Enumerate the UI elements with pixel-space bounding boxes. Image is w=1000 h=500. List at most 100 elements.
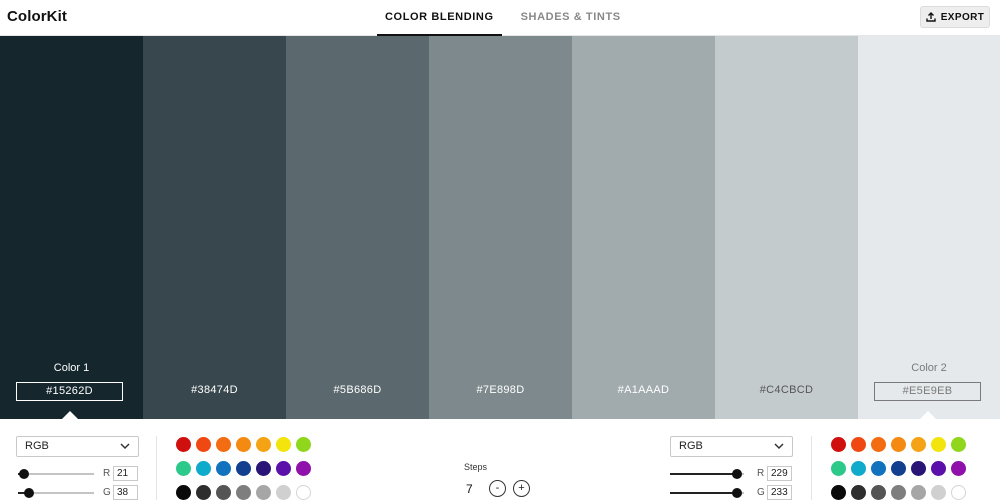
- color-1-r-input[interactable]: 21: [113, 466, 138, 481]
- swatch-step-5[interactable]: #A1AAAD: [572, 36, 715, 419]
- panel-divider: [811, 436, 812, 500]
- color-1-palette: [176, 437, 311, 500]
- panel-divider: [156, 436, 157, 500]
- blend-swatches: Color 1 #15262D #38474D #5B686D #7E898D …: [0, 36, 1000, 419]
- palette-swatch[interactable]: [236, 437, 251, 452]
- g-label: G: [757, 487, 765, 498]
- palette-swatch[interactable]: [276, 485, 291, 500]
- palette-swatch[interactable]: [931, 437, 946, 452]
- palette-swatch[interactable]: [196, 437, 211, 452]
- slider-fill: [670, 492, 738, 494]
- palette-swatch[interactable]: [831, 461, 846, 476]
- palette-swatch[interactable]: [951, 437, 966, 452]
- palette-swatch[interactable]: [176, 485, 191, 500]
- swatch-step-3[interactable]: #5B686D: [286, 36, 429, 419]
- color-2-mode-select[interactable]: RGB: [670, 436, 793, 457]
- top-bar: ColorKit COLOR BLENDING SHADES & TINTS E…: [0, 0, 1000, 36]
- steps-increase-button[interactable]: +: [513, 480, 530, 497]
- color-1-g-input[interactable]: 38: [113, 485, 138, 500]
- palette-swatch[interactable]: [176, 437, 191, 452]
- color-1-r-slider[interactable]: [18, 473, 94, 475]
- upload-icon: [926, 12, 936, 22]
- palette-swatch[interactable]: [851, 485, 866, 500]
- color-2-g-thumb[interactable]: [732, 488, 743, 498]
- palette-swatch[interactable]: [831, 437, 846, 452]
- palette-swatch[interactable]: [256, 437, 271, 452]
- swatch-step-2[interactable]: #38474D: [143, 36, 286, 419]
- palette-swatch[interactable]: [851, 437, 866, 452]
- palette-swatch[interactable]: [296, 461, 311, 476]
- palette-swatch[interactable]: [871, 461, 886, 476]
- steps-decrease-button[interactable]: -: [489, 480, 506, 497]
- selected-pointer: [62, 411, 78, 419]
- tab-shades-tints[interactable]: SHADES & TINTS: [513, 0, 629, 36]
- swatch-hex: #7E898D: [476, 384, 525, 396]
- palette-swatch[interactable]: [891, 485, 906, 500]
- tab-color-blending[interactable]: COLOR BLENDING: [377, 0, 502, 36]
- palette-swatch[interactable]: [871, 485, 886, 500]
- swatch-color-1[interactable]: Color 1 #15262D: [0, 36, 143, 419]
- palette-swatch[interactable]: [911, 437, 926, 452]
- r-label: R: [757, 468, 765, 479]
- color-2-r-row: R 229: [670, 466, 794, 481]
- app-logo[interactable]: ColorKit: [7, 8, 67, 25]
- export-label: EXPORT: [940, 11, 985, 23]
- steps-label: Steps: [464, 462, 488, 472]
- r-label: R: [103, 468, 111, 479]
- palette-swatch[interactable]: [256, 485, 271, 500]
- color-1-r-thumb[interactable]: [19, 469, 30, 479]
- color-1-g-thumb[interactable]: [24, 488, 35, 498]
- color-2-hex-input[interactable]: #E5E9EB: [874, 382, 981, 401]
- palette-swatch[interactable]: [176, 461, 191, 476]
- palette-swatch[interactable]: [951, 461, 966, 476]
- color-2-r-input[interactable]: 229: [767, 466, 792, 481]
- slider-fill: [670, 473, 737, 475]
- swatch-step-4[interactable]: #7E898D: [429, 36, 572, 419]
- palette-swatch[interactable]: [216, 485, 231, 500]
- palette-swatch[interactable]: [911, 485, 926, 500]
- palette-swatch[interactable]: [911, 461, 926, 476]
- palette-swatch[interactable]: [256, 461, 271, 476]
- mode-tabs: COLOR BLENDING SHADES & TINTS: [377, 0, 629, 36]
- swatch-hex: #5B686D: [333, 384, 382, 396]
- mode-select-value: RGB: [679, 440, 703, 452]
- palette-swatch[interactable]: [931, 461, 946, 476]
- color-1-r-row: R 21: [16, 466, 140, 481]
- palette-swatch[interactable]: [216, 437, 231, 452]
- swatch-hex: #C4CBCD: [759, 384, 814, 396]
- color-2-palette: [831, 437, 966, 500]
- palette-swatch[interactable]: [296, 437, 311, 452]
- chevron-down-icon: [774, 443, 784, 450]
- control-panel: RGB R 21 G 38 Steps 7 - + RGB R 229 G 23…: [0, 419, 1000, 500]
- swatch-label: Color 1: [53, 362, 90, 374]
- color-2-r-thumb[interactable]: [731, 469, 742, 479]
- palette-swatch[interactable]: [276, 437, 291, 452]
- swatch-hex: #A1AAAD: [617, 384, 670, 396]
- color-2-g-input[interactable]: 233: [767, 485, 792, 500]
- swatch-step-6[interactable]: #C4CBCD: [715, 36, 858, 419]
- color-1-mode-select[interactable]: RGB: [16, 436, 139, 457]
- palette-swatch[interactable]: [236, 461, 251, 476]
- palette-swatch[interactable]: [891, 461, 906, 476]
- palette-swatch[interactable]: [891, 437, 906, 452]
- palette-swatch[interactable]: [216, 461, 231, 476]
- palette-swatch[interactable]: [871, 437, 886, 452]
- color-2-g-row: G 233: [670, 485, 794, 500]
- mode-select-value: RGB: [25, 440, 49, 452]
- steps-value: 7: [466, 482, 473, 496]
- palette-swatch[interactable]: [196, 461, 211, 476]
- palette-swatch[interactable]: [831, 485, 846, 500]
- palette-swatch[interactable]: [236, 485, 251, 500]
- swatch-color-2[interactable]: Color 2 #E5E9EB: [858, 36, 1000, 419]
- selected-pointer: [920, 411, 936, 419]
- color-1-hex-input[interactable]: #15262D: [16, 382, 123, 401]
- palette-swatch[interactable]: [196, 485, 211, 500]
- export-button[interactable]: EXPORT: [920, 6, 990, 28]
- chevron-down-icon: [120, 443, 130, 450]
- palette-swatch[interactable]: [951, 485, 966, 500]
- swatch-hex: #38474D: [191, 384, 238, 396]
- palette-swatch[interactable]: [276, 461, 291, 476]
- palette-swatch[interactable]: [296, 485, 311, 500]
- palette-swatch[interactable]: [931, 485, 946, 500]
- palette-swatch[interactable]: [851, 461, 866, 476]
